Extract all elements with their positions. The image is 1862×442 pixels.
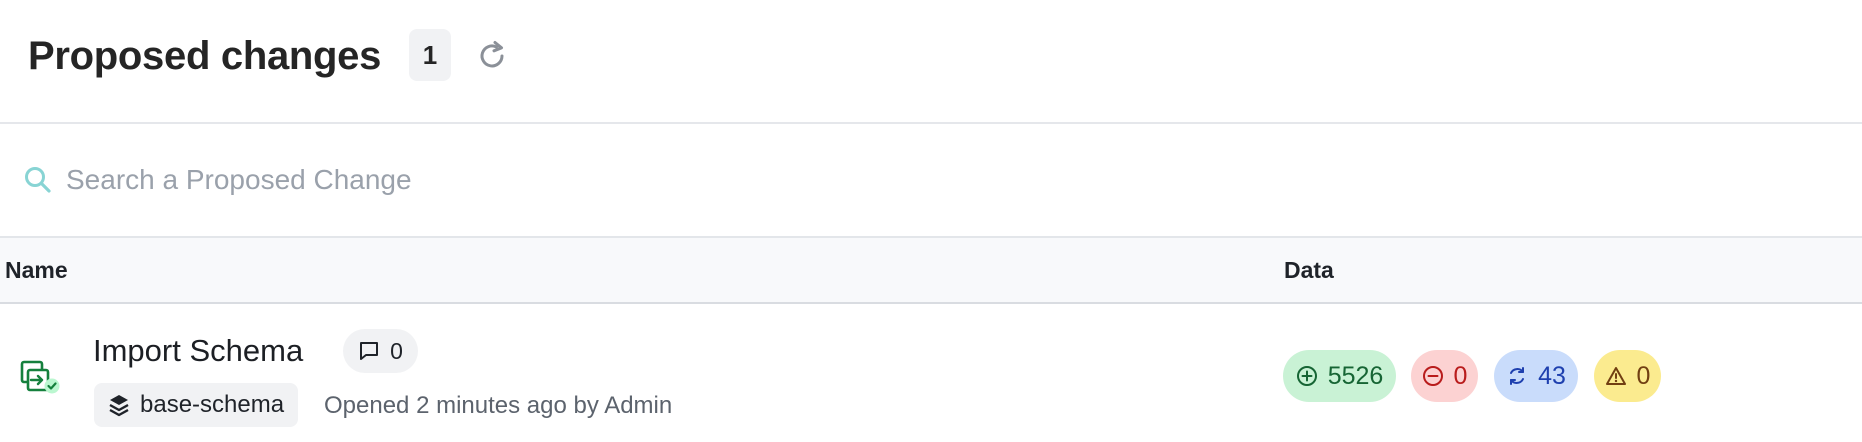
updated-count-badge: 43 (1494, 350, 1578, 402)
proposed-change-merged-icon (18, 360, 62, 400)
search-bar (0, 124, 1862, 238)
page-title: Proposed changes (28, 34, 382, 78)
plus-circle-icon (1296, 365, 1318, 387)
column-header-name[interactable]: Name (5, 238, 68, 302)
updated-count: 43 (1538, 361, 1566, 390)
search-input[interactable] (66, 154, 1266, 206)
comment-icon (358, 340, 380, 362)
table-header: Name Data (0, 238, 1862, 304)
comment-count-value: 0 (390, 337, 403, 364)
page-header: Proposed changes 1 (0, 0, 1862, 124)
branch-badge[interactable]: base-schema (94, 383, 299, 427)
warning-icon (1605, 365, 1627, 387)
added-count-badge: 5526 (1283, 350, 1396, 402)
sync-icon (1506, 365, 1528, 387)
opened-info: Opened 2 minutes ago by Admin (324, 392, 673, 419)
proposed-change-title[interactable]: Import Schema (93, 330, 303, 372)
search-icon (22, 164, 54, 196)
minus-circle-icon (1422, 365, 1444, 387)
removed-count: 0 (1453, 361, 1468, 390)
added-count: 5526 (1327, 361, 1384, 390)
layers-icon (108, 393, 130, 417)
refresh-icon (474, 38, 510, 74)
conflict-count: 0 (1636, 361, 1651, 390)
column-header-data[interactable]: Data (1284, 238, 1334, 302)
refresh-button[interactable] (472, 36, 512, 76)
comment-count: 0 (343, 329, 418, 373)
conflict-count-badge: 0 (1594, 350, 1661, 402)
proposed-changes-count-badge: 1 (409, 29, 451, 81)
branch-name: base-schema (140, 391, 285, 418)
proposed-change-row[interactable]: Import Schema 0 base-schema Opened 2 min… (0, 304, 1862, 442)
removed-count-badge: 0 (1411, 350, 1478, 402)
